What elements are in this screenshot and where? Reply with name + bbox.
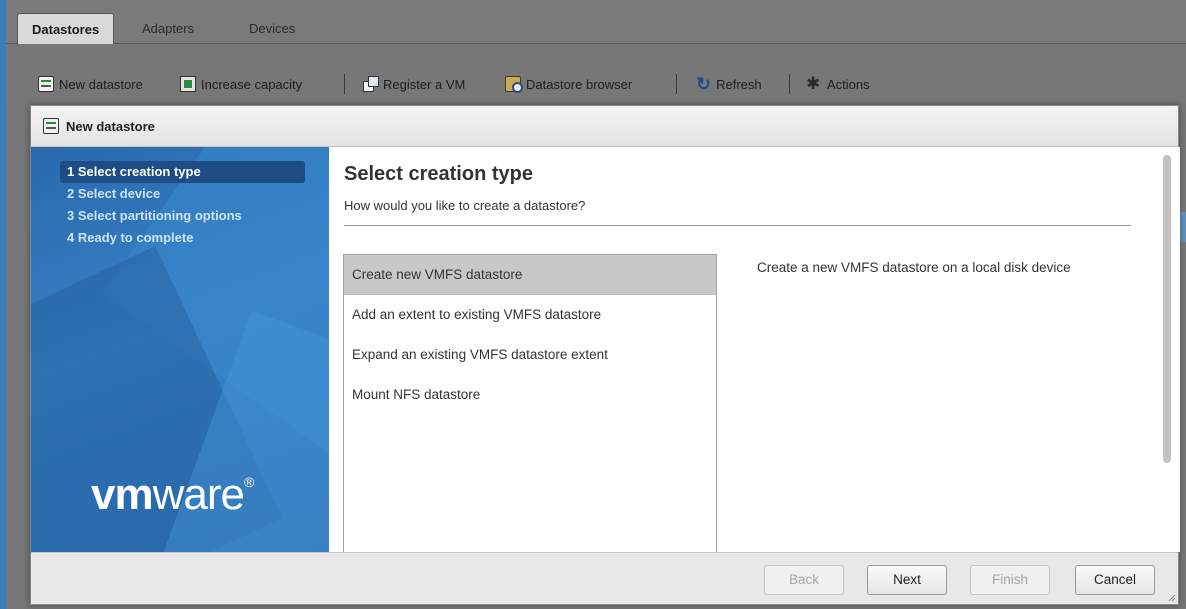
toolbar-separator [344, 74, 345, 94]
datastore-browser-icon [505, 76, 523, 93]
back-button[interactable]: Back [764, 565, 844, 595]
register-vm-label: Register a VM [383, 76, 466, 92]
increase-capacity-label: Increase capacity [201, 76, 303, 92]
tab-adapters[interactable]: Adapters [128, 13, 208, 44]
wizard-step-1[interactable]: 1 Select creation type [60, 161, 305, 183]
wizard-step-list: 1 Select creation type 2 Select device 3… [31, 161, 329, 249]
toolbar: New datastore Increase capacity Register… [6, 44, 1186, 104]
vmware-logo: vmware® [91, 470, 254, 520]
dialog-title-bar: New datastore [31, 106, 1178, 147]
datastore-browser-label: Datastore browser [526, 76, 633, 92]
page-subtitle: How would you like to create a datastore… [344, 198, 586, 213]
dialog-footer: Back Next Finish Cancel [31, 552, 1178, 604]
dialog-title: New datastore [66, 118, 155, 134]
wizard-step-2: 2 Select device [67, 186, 161, 201]
wizard-content: Select creation type How would you like … [329, 147, 1180, 554]
vmware-logo-bold: vm [91, 470, 154, 519]
creation-type-item[interactable]: Create new VMFS datastore [344, 255, 716, 295]
register-vm-icon [362, 76, 379, 92]
finish-button[interactable]: Finish [970, 565, 1050, 595]
actions-button[interactable]: ✱ Actions [806, 74, 870, 94]
tab-datastores[interactable]: Datastores [17, 13, 115, 44]
actions-label: Actions [827, 76, 870, 92]
refresh-icon: ↻ [696, 74, 712, 94]
vmware-logo-rest: ware [152, 470, 245, 519]
content-scrollbar[interactable] [1160, 155, 1172, 545]
refresh-button[interactable]: ↻ Refresh [696, 74, 762, 94]
next-button[interactable]: Next [867, 565, 947, 595]
wizard-step-4: 4 Ready to complete [67, 230, 194, 245]
creation-type-list[interactable]: Create new VMFS datastore Add an extent … [343, 254, 717, 554]
vmware-logo-mark: ® [243, 474, 254, 490]
refresh-label: Refresh [716, 76, 762, 92]
scrollbar-thumb[interactable] [1163, 155, 1171, 463]
tab-bar: Datastores Adapters Devices [6, 0, 1186, 44]
register-vm-button[interactable]: Register a VM [362, 74, 465, 94]
increase-capacity-button[interactable]: Increase capacity [180, 74, 302, 94]
resize-grip-icon[interactable] [1166, 592, 1176, 602]
datastore-add-icon [43, 118, 59, 134]
page-title: Select creation type [344, 163, 533, 185]
wizard-steps-panel: 1 Select creation type 2 Select device 3… [31, 147, 329, 552]
datastore-browser-button[interactable]: Datastore browser [505, 74, 632, 94]
tab-devices[interactable]: Devices [235, 13, 309, 44]
wizard-step-3: 3 Select partitioning options [67, 208, 242, 223]
gear-icon: ✱ [806, 74, 821, 93]
creation-type-item[interactable]: Expand an existing VMFS datastore extent [344, 335, 716, 375]
divider [344, 225, 1131, 226]
toolbar-separator [676, 74, 677, 94]
new-datastore-label: New datastore [59, 76, 143, 92]
creation-type-description: Create a new VMFS datastore on a local d… [757, 260, 1071, 275]
new-datastore-dialog: New datastore 1 Select creation type 2 S… [30, 105, 1180, 605]
new-datastore-button[interactable]: New datastore [38, 74, 143, 94]
increase-capacity-icon [180, 76, 196, 92]
datastore-add-icon [38, 76, 54, 92]
creation-type-item[interactable]: Mount NFS datastore [344, 375, 716, 415]
toolbar-separator [789, 74, 790, 94]
creation-type-item[interactable]: Add an extent to existing VMFS datastore [344, 295, 716, 335]
cancel-button[interactable]: Cancel [1075, 565, 1155, 595]
